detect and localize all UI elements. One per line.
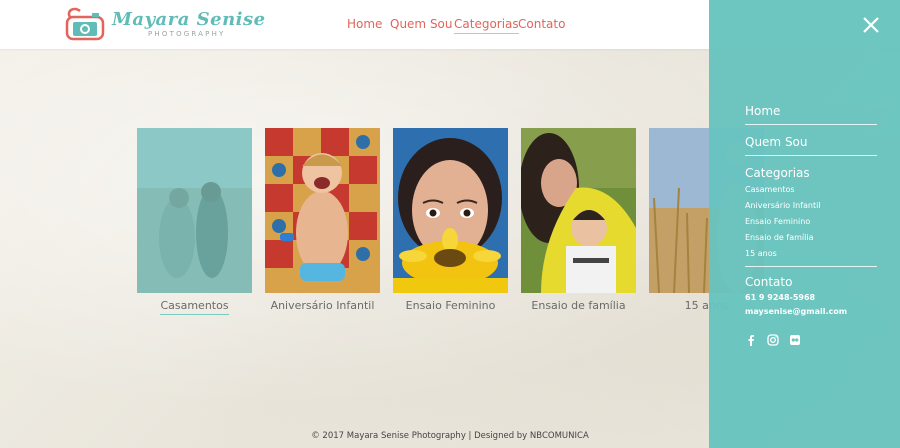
caption-ensaio-familia[interactable]: Ensaio de família <box>521 299 636 312</box>
brand-title: Mayara Senise <box>112 9 266 30</box>
side-submenu-ensaio-familia[interactable]: Ensaio de família <box>745 230 877 246</box>
gallery-card-casamentos[interactable] <box>137 128 252 293</box>
side-submenu-casamentos[interactable]: Casamentos <box>745 182 877 198</box>
close-icon[interactable] <box>862 16 880 34</box>
caption-casamentos[interactable]: Casamentos <box>137 299 252 315</box>
side-menu-contato[interactable]: Contato <box>745 275 877 291</box>
brand-subtitle: PHOTOGRAPHY <box>148 30 226 38</box>
side-menu-home[interactable]: Home <box>745 104 877 125</box>
camera-logo-icon <box>65 7 105 41</box>
flickr-icon[interactable] <box>789 331 801 345</box>
birthday-photo <box>265 128 380 293</box>
portrait-photo <box>393 128 508 293</box>
contact-email[interactable]: maysenise@gmail.com <box>745 305 877 319</box>
side-submenu-15-anos[interactable]: 15 anos <box>745 246 877 267</box>
social-links <box>745 331 877 346</box>
caption-ensaio-feminino[interactable]: Ensaio Feminino <box>393 299 508 312</box>
gallery-card-aniversario[interactable] <box>265 128 380 293</box>
side-submenu-aniversario[interactable]: Aniversário Infantil <box>745 198 877 214</box>
contact-phone: 61 9 9248-5968 <box>745 293 816 302</box>
nav-contato[interactable]: Contato <box>518 17 565 31</box>
gallery-card-ensaio-feminino[interactable] <box>393 128 508 293</box>
nav-quem-sou[interactable]: Quem Sou <box>390 17 453 31</box>
side-menu: Home Quem Sou Categorias Casamentos Aniv… <box>745 104 877 346</box>
caption-aniversario[interactable]: Aniversário Infantil <box>265 299 380 312</box>
instagram-icon[interactable] <box>767 331 779 346</box>
nav-home[interactable]: Home <box>347 17 382 31</box>
gallery-card-ensaio-familia[interactable] <box>521 128 636 293</box>
side-menu-quem-sou[interactable]: Quem Sou <box>745 135 877 156</box>
nav-categorias[interactable]: Categorias <box>454 17 519 34</box>
site-logo[interactable]: Mayara Senise PHOTOGRAPHY <box>64 5 265 43</box>
family-photo <box>521 128 636 293</box>
side-submenu-ensaio-feminino[interactable]: Ensaio Feminino <box>745 214 877 230</box>
card-hover-overlay <box>137 128 252 293</box>
facebook-icon[interactable] <box>745 331 757 346</box>
side-menu-panel: Home Quem Sou Categorias Casamentos Aniv… <box>709 0 900 448</box>
side-menu-categorias[interactable]: Categorias <box>745 166 877 182</box>
